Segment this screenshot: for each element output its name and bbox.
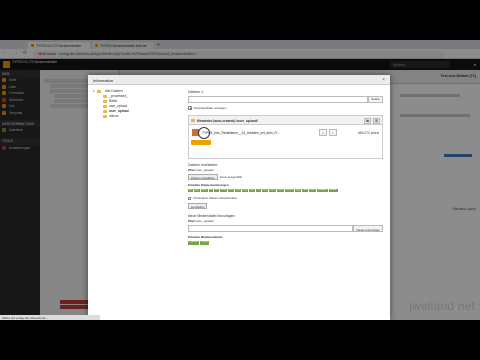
toggle-selection-icon[interactable]: ☰ xyxy=(373,117,380,124)
extension-tag: flac xyxy=(302,188,309,193)
add-media-button[interactable]: Medien hinzufügen xyxy=(353,225,383,233)
extension-tag: wav xyxy=(309,188,316,193)
media-url-input[interactable] xyxy=(188,225,354,233)
extension-tag: svg xyxy=(261,188,268,193)
extension-tag: tiff xyxy=(214,188,220,193)
media-providers-heading: Erlaubte Medienanbieter xyxy=(188,235,223,240)
folder-icon xyxy=(103,95,107,99)
folder-icon xyxy=(97,90,101,94)
extension-tag: Vimeo xyxy=(199,240,210,245)
info-icon[interactable]: i xyxy=(329,128,337,136)
file-name[interactable]: TYPO3_fuer_Redakteure__24_Arbeiten_mit_d… xyxy=(202,131,280,135)
extension-tag: tif xyxy=(208,188,214,193)
thumbnails-checkbox[interactable] xyxy=(188,106,192,110)
thumbnails-toggle[interactable]: Vorschaubilder anzeigen xyxy=(188,106,383,110)
filter-input[interactable] xyxy=(188,96,368,103)
folder-icon xyxy=(103,100,107,104)
extension-tag: webm xyxy=(284,188,294,193)
new-media-target: Pfad /user_upload/ xyxy=(188,219,214,224)
upload-heading: Dateien hochladen: xyxy=(188,163,219,167)
extensions-heading: Erlaubte Dateierweiterungen xyxy=(188,183,229,187)
extension-tag: jpg xyxy=(194,188,200,193)
search-button[interactable]: Suche xyxy=(368,96,383,103)
folder-icon xyxy=(103,110,107,114)
extension-tag: pdf xyxy=(249,188,256,193)
file-list-panel: fileadmin/ (auto-created) /user_upload/ … xyxy=(188,115,383,159)
extension-tag: mp4 xyxy=(268,188,276,193)
extension-tag: ogg xyxy=(294,188,302,193)
screen-frame: TYPO3 8 LTS Musterwebsite TYPO3 Musterwe… xyxy=(0,40,480,320)
status-bar: Warte auf verlag-der-dbneedv.de... xyxy=(0,315,100,320)
overwrite-checkbox[interactable] xyxy=(188,196,191,200)
folder-icon xyxy=(103,105,107,109)
media-url-row: Medien hinzufügen xyxy=(188,225,383,233)
choose-files-button[interactable]: Dateien auswählen xyxy=(188,174,218,180)
extension-tag: bmp xyxy=(220,188,228,193)
upload-row: Dateien auswählen Keine ausgewählt xyxy=(188,174,383,180)
file-row[interactable]: TYPO3_fuer_Redakteure__24_Arbeiten_mit_d… xyxy=(192,126,379,139)
extension-tag: mp3 xyxy=(276,188,284,193)
extension-tag: pcx xyxy=(228,188,235,193)
filter-row: Suche xyxy=(188,96,383,103)
extension-tag: vimeo xyxy=(328,188,338,193)
watermark-logo: jweiland.net xyxy=(409,299,475,313)
element-browser-modal: Information × ▾ Alle Dateien _processed_ … xyxy=(88,75,390,320)
folder-path-header: fileadmin/ (auto-created) /user_upload/ … xyxy=(189,116,382,125)
extensions-list: gif jpg jpeg tif tiff bmp pcx tga png pdf ai svg mp4… xyxy=(188,188,358,194)
folder-icon xyxy=(103,115,107,119)
new-media-heading: Neue Mediendatei hinzufügen: xyxy=(188,214,236,219)
extension-tag: png xyxy=(242,188,249,193)
folder-icon xyxy=(191,119,195,122)
folder-tree: ▾ Alle Dateien _processed_ Bilder user_up… xyxy=(93,89,173,119)
overwrite-toggle[interactable]: Vorhandene Dateien überschreiben xyxy=(188,196,383,200)
import-selection-icon[interactable]: ⇆ xyxy=(364,117,371,124)
modal-header: Information × xyxy=(88,75,390,85)
tree-item[interactable]: videos xyxy=(93,114,173,119)
filter-label: Dateien 1: xyxy=(188,90,204,94)
extension-tag: jpeg xyxy=(200,188,208,193)
modal-title: Information xyxy=(93,78,114,83)
close-icon[interactable]: × xyxy=(382,77,385,83)
tooltip xyxy=(191,140,211,145)
file-dimensions: 480x270 pixels xyxy=(357,130,379,135)
extension-tag: ai xyxy=(256,188,261,193)
upload-target: Pfad /user_upload/ xyxy=(188,168,214,172)
extension-tag: youtube xyxy=(317,188,328,193)
upload-button[interactable]: Hochladen xyxy=(188,203,208,210)
extension-tag: tga xyxy=(235,188,242,193)
extension-tag: Youtube xyxy=(188,240,199,245)
add-file-icon[interactable]: + xyxy=(319,128,327,136)
media-providers-list: Youtube Vimeo xyxy=(188,240,358,246)
no-file-text: Keine ausgewählt xyxy=(219,175,242,179)
extension-tag: gif xyxy=(188,188,194,193)
file-pane: Dateien 1: Suche Vorschaubilder anzeigen… xyxy=(188,89,383,249)
